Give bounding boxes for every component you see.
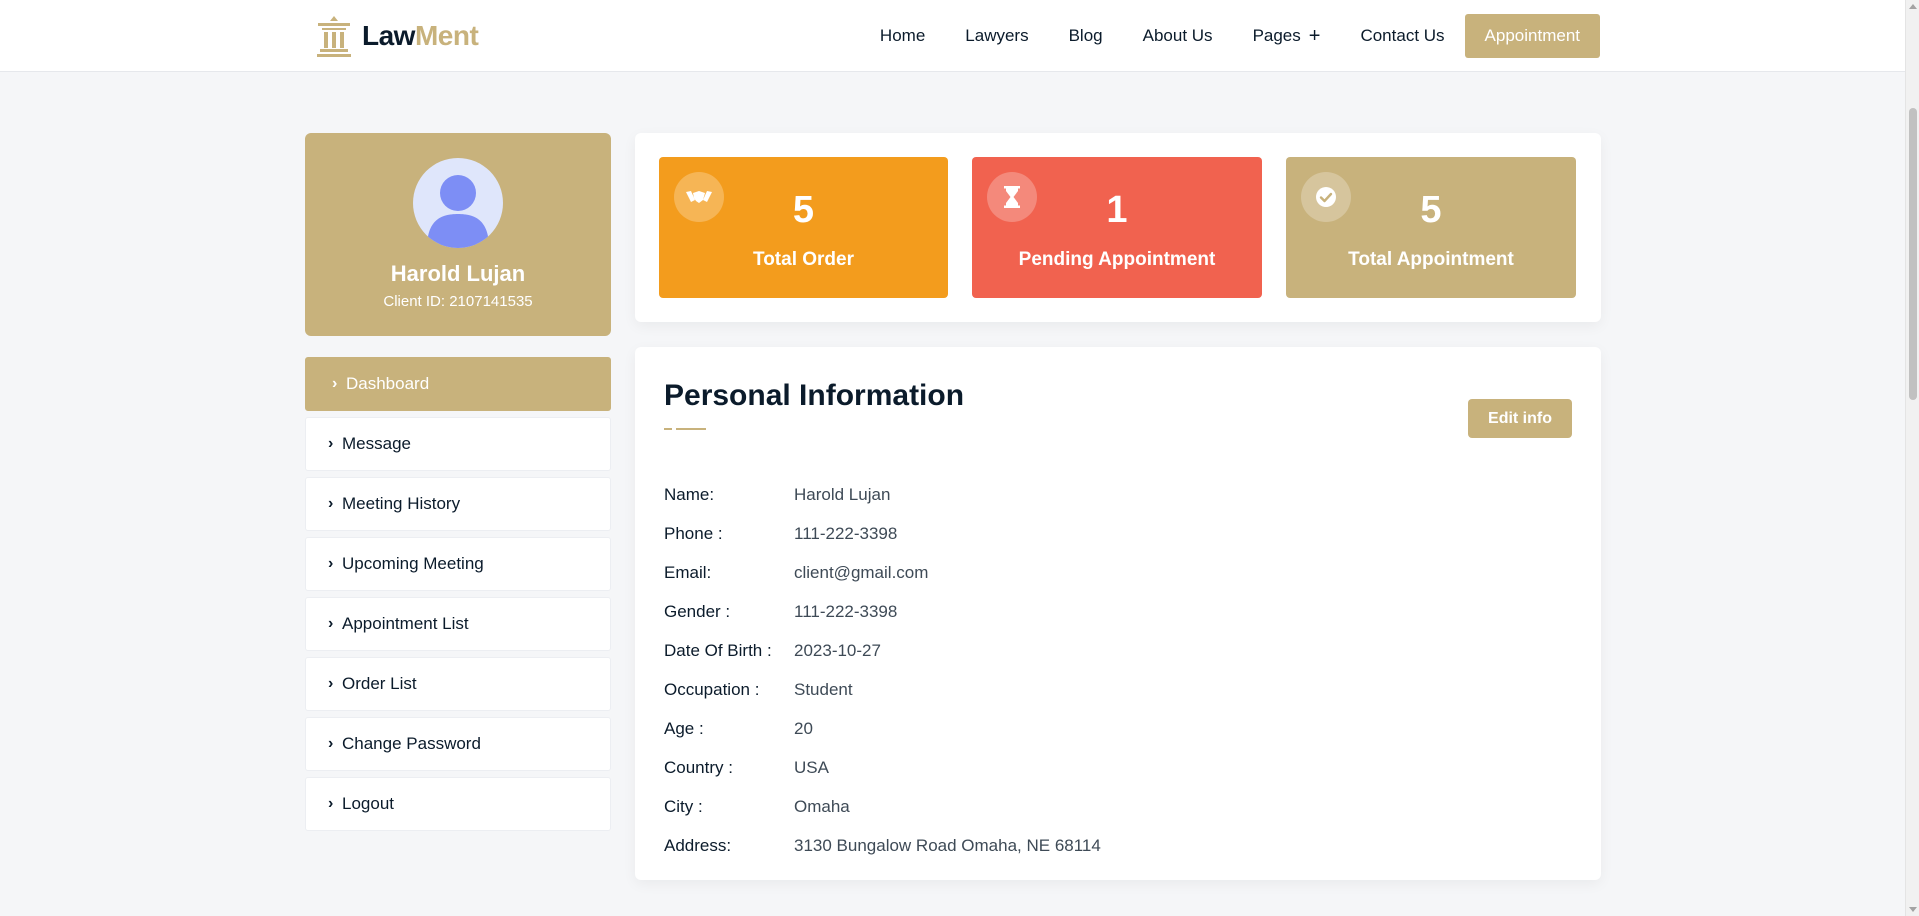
page-scrollbar[interactable]	[1905, 0, 1919, 916]
chevron-right-icon: ›	[328, 495, 334, 512]
info-label: Country :	[664, 757, 733, 777]
info-row-city: City : Omaha	[664, 787, 1101, 826]
plus-icon: +	[1308, 25, 1321, 47]
profile-card: Harold Lujan Client ID: 2107141535	[305, 133, 611, 336]
menu-item-appointment-list[interactable]: › Appointment List	[305, 597, 611, 651]
menu-item-label: Appointment List	[342, 614, 469, 633]
chevron-right-icon: ›	[328, 555, 334, 572]
stat-value: 1	[1106, 189, 1128, 231]
personal-info-panel: Personal Information Edit info Name: Har…	[635, 347, 1601, 880]
chevron-right-icon: ›	[328, 735, 334, 752]
stat-value: 5	[792, 189, 815, 231]
info-row-address: Address: 3130 Bungalow Road Omaha, NE 68…	[664, 826, 1101, 865]
info-label: Name:	[664, 484, 715, 504]
menu-item-dashboard[interactable]: › Dashboard	[305, 357, 611, 411]
info-row-date-of-birth: Date Of Birth : 2023-10-27	[664, 631, 1101, 670]
stat-label: Total Order	[753, 249, 854, 270]
edit-info-button[interactable]: Edit info	[1468, 399, 1572, 438]
chevron-right-icon: ›	[332, 375, 338, 392]
info-label: City :	[664, 796, 703, 816]
menu-item-upcoming-meeting[interactable]: › Upcoming Meeting	[305, 537, 611, 591]
menu-item-label: Meeting History	[342, 494, 461, 513]
scales-logo-icon	[317, 16, 351, 57]
info-label: Date Of Birth :	[664, 640, 772, 660]
stat-label: Total Appointment	[1348, 249, 1514, 270]
nav-about-us[interactable]: About Us	[1143, 26, 1213, 46]
nav-home[interactable]: Home	[880, 26, 925, 46]
info-value: client@gmail.com	[794, 562, 929, 582]
stat-value: 5	[1420, 189, 1442, 231]
section-title: Personal Information	[664, 379, 965, 412]
menu-item-logout[interactable]: › Logout	[305, 777, 611, 831]
menu-item-label: Logout	[342, 794, 394, 813]
menu-item-change-password[interactable]: › Change Password	[305, 717, 611, 771]
info-row-phone: Phone : 111-222-3398	[664, 514, 1101, 553]
info-value: 2023-10-27	[794, 640, 881, 660]
stat-total-order: 5 Total Order	[659, 157, 948, 298]
menu-item-label: Change Password	[342, 734, 481, 753]
dashboard-menu: › Dashboard › Message › Meeting History …	[305, 357, 611, 837]
info-label: Age :	[664, 718, 704, 738]
info-row-name: Name: Harold Lujan	[664, 475, 1101, 514]
brand-name-part1: Law	[362, 20, 415, 51]
menu-item-label: Message	[342, 434, 411, 453]
info-row-gender: Gender : 111-222-3398	[664, 592, 1101, 631]
info-label: Phone :	[664, 523, 723, 543]
user-avatar-icon	[427, 175, 489, 248]
site-logo[interactable]: LawMent	[312, 12, 479, 60]
info-value: Harold Lujan	[794, 484, 891, 504]
stats-panel: 5 Total Order 1 Pending Appointment 5 To…	[635, 133, 1601, 322]
nav-blog[interactable]: Blog	[1069, 26, 1103, 46]
info-row-email: Email: client@gmail.com	[664, 553, 1101, 592]
chevron-right-icon: ›	[328, 795, 334, 812]
info-value: 111-222-3398	[794, 601, 898, 621]
info-label: Occupation :	[664, 679, 760, 699]
stat-total-appointment: 5 Total Appointment	[1286, 157, 1576, 298]
info-label: Address:	[664, 835, 732, 855]
info-value: USA	[794, 757, 829, 777]
scroll-down-arrow-icon[interactable]	[1909, 907, 1917, 912]
info-row-occupation: Occupation : Student	[664, 670, 1101, 709]
scroll-up-arrow-icon[interactable]	[1909, 4, 1917, 9]
info-value: 20	[794, 718, 813, 738]
nav-contact-us[interactable]: Contact Us	[1360, 26, 1444, 46]
chevron-right-icon: ›	[328, 435, 334, 452]
stat-pending-appointment: 1 Pending Appointment	[972, 157, 1262, 298]
avatar	[413, 158, 503, 248]
nav-lawyers[interactable]: Lawyers	[965, 26, 1028, 46]
info-label: Gender :	[664, 601, 731, 621]
menu-item-order-list[interactable]: › Order List	[305, 657, 611, 711]
info-row-age: Age : 20	[664, 709, 1101, 748]
menu-item-label: Order List	[342, 674, 417, 693]
nav-pages[interactable]: Pages +	[1253, 26, 1321, 46]
chevron-right-icon: ›	[328, 615, 334, 632]
chevron-right-icon: ›	[328, 675, 334, 692]
site-header: LawMent Home Lawyers Blog About Us Pages…	[0, 0, 1905, 72]
main-nav: Home Lawyers Blog About Us Pages + Conta…	[840, 14, 1600, 58]
info-value: 3130 Bungalow Road Omaha, NE 68114	[794, 835, 1101, 855]
brand-name: LawMent	[362, 20, 479, 52]
info-value: Student	[794, 679, 853, 699]
menu-item-message[interactable]: › Message	[305, 417, 611, 471]
info-value: Omaha	[794, 796, 850, 816]
info-value: 111-222-3398	[794, 523, 898, 543]
info-list: Name: Harold Lujan Phone : 111-222-3398 …	[664, 475, 1101, 865]
brand-name-part2: Ment	[414, 20, 479, 51]
title-underline	[664, 428, 706, 430]
menu-item-label: Upcoming Meeting	[342, 554, 484, 573]
menu-item-meeting-history[interactable]: › Meeting History	[305, 477, 611, 531]
client-id: Client ID: 2107141535	[383, 293, 533, 310]
info-row-country: Country : USA	[664, 748, 1101, 787]
nav-pages-label: Pages	[1252, 26, 1301, 45]
menu-item-label: Dashboard	[346, 374, 430, 393]
profile-name: Harold Lujan	[390, 261, 526, 286]
stat-label: Pending Appointment	[1018, 249, 1216, 270]
scrollbar-thumb[interactable]	[1909, 108, 1917, 400]
info-label: Email:	[664, 562, 712, 582]
appointment-button[interactable]: Appointment	[1464, 14, 1600, 58]
